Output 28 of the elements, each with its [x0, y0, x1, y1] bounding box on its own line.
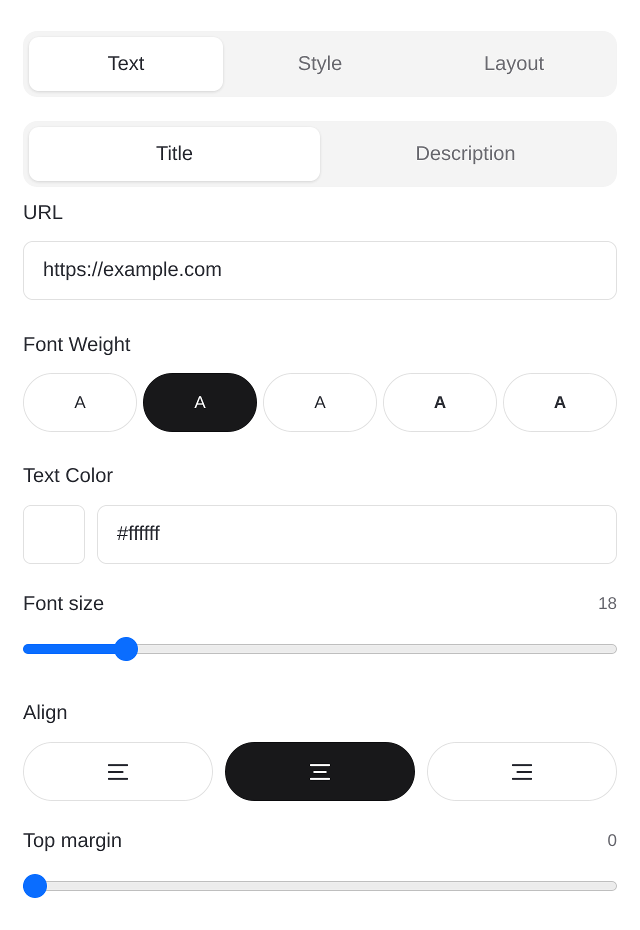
slider-thumb[interactable] [23, 874, 47, 898]
sub-tab[interactable]: Title [29, 127, 320, 181]
tab[interactable]: Text [29, 37, 223, 91]
font-weight-button[interactable]: A [143, 373, 257, 432]
font-weight-button[interactable]: A [503, 373, 617, 432]
field-label: Font size [23, 592, 104, 617]
font-weight-button[interactable]: A [383, 373, 497, 432]
align-left-icon [108, 764, 128, 780]
value-readout: 0 [608, 830, 617, 852]
value-readout: 18 [598, 593, 617, 616]
slider-track[interactable] [23, 637, 617, 661]
slider-track[interactable] [23, 874, 617, 898]
tab[interactable]: Layout [417, 37, 611, 91]
font-weight-button[interactable]: A [23, 373, 137, 432]
color-hex-input[interactable]: #ffffff [97, 505, 617, 564]
field-label: Top margin [23, 829, 122, 854]
field-label: Align [23, 701, 68, 726]
font-weight-button[interactable]: A [263, 373, 377, 432]
align-center-icon [310, 764, 330, 780]
url-input[interactable]: https://example.com [23, 241, 617, 300]
slider-thumb[interactable] [114, 637, 138, 661]
align-right-icon [512, 764, 532, 780]
tab[interactable]: Style [223, 37, 417, 91]
field-label: Font Weight [23, 333, 132, 358]
field-label: URL [23, 201, 64, 226]
sub-tab[interactable]: Description [320, 127, 611, 181]
field-label: Text Color [23, 464, 114, 489]
color-swatch-icon[interactable] [23, 505, 85, 564]
